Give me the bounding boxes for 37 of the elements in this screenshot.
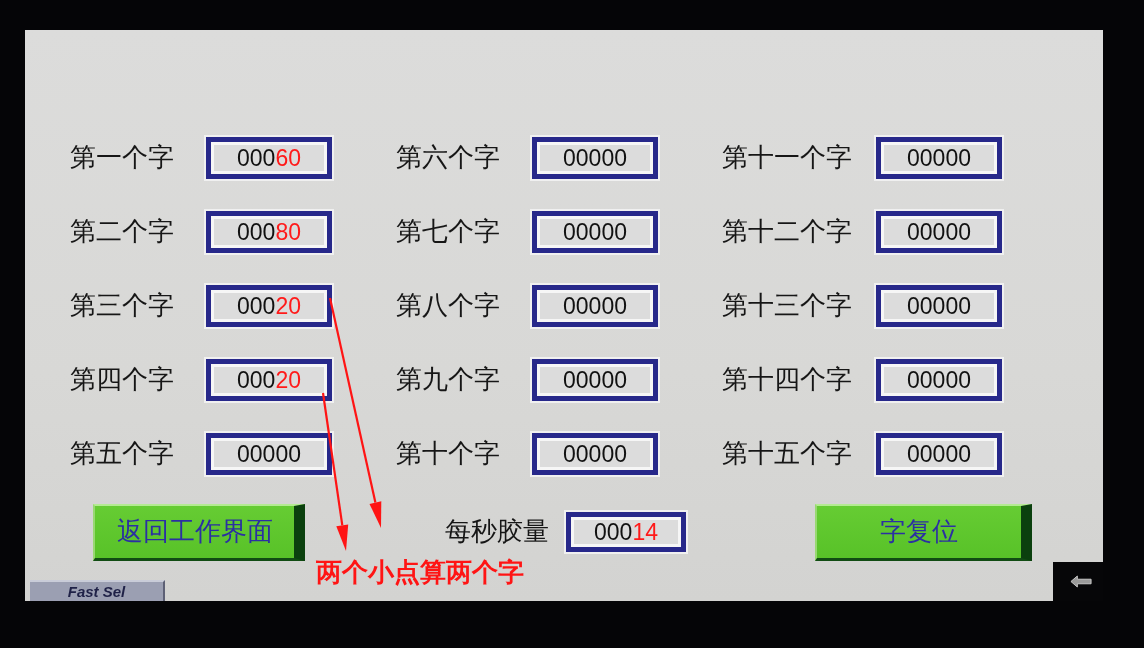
field-label: 第八个字 <box>396 290 500 322</box>
number-field[interactable]: 00000 <box>530 431 660 477</box>
field-label: 第十五个字 <box>722 438 852 470</box>
fast-select-tab[interactable]: Fast Sel <box>30 580 165 601</box>
field-label: 每秒胶量 <box>445 516 549 548</box>
number-field[interactable]: 00000 <box>204 431 334 477</box>
left-arrow-icon[interactable] <box>1070 575 1092 588</box>
number-field[interactable]: 00000 <box>874 357 1004 403</box>
field-label: 第十四个字 <box>722 364 852 396</box>
number-field[interactable]: 00000 <box>874 209 1004 255</box>
number-field[interactable]: 00000 <box>530 209 660 255</box>
field-label: 第六个字 <box>396 142 500 174</box>
number-field[interactable]: 00020 <box>204 283 334 329</box>
field-label: 第十三个字 <box>722 290 852 322</box>
field-label: 第三个字 <box>70 290 174 322</box>
number-field[interactable]: 00000 <box>874 283 1004 329</box>
field-label: 第十二个字 <box>722 216 852 248</box>
number-field[interactable]: 00020 <box>204 357 334 403</box>
field-label: 第五个字 <box>70 438 174 470</box>
field-label: 第七个字 <box>396 216 500 248</box>
number-field[interactable]: 00080 <box>204 209 334 255</box>
field-label: 第二个字 <box>70 216 174 248</box>
annotation-text: 两个小点算两个字 <box>316 557 524 589</box>
number-field[interactable]: 00000 <box>874 431 1004 477</box>
field-label: 第十个字 <box>396 438 500 470</box>
field-label: 第四个字 <box>70 364 174 396</box>
field-label: 第一个字 <box>70 142 174 174</box>
number-field[interactable]: 00014 <box>564 510 688 554</box>
field-label: 第十一个字 <box>722 142 852 174</box>
field-label: 第九个字 <box>396 364 500 396</box>
number-field[interactable]: 00000 <box>530 135 660 181</box>
number-field[interactable]: 00060 <box>204 135 334 181</box>
reset-button[interactable]: 字复位 <box>815 503 1032 561</box>
number-field[interactable]: 00000 <box>874 135 1004 181</box>
number-field[interactable]: 00000 <box>530 357 660 403</box>
number-field[interactable]: 00000 <box>530 283 660 329</box>
return-button[interactable]: 返回工作界面 <box>93 503 305 561</box>
